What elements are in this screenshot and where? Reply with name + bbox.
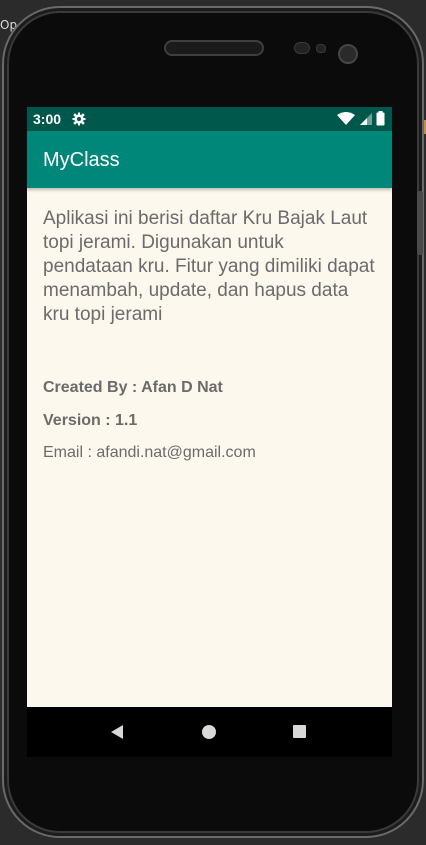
email-label: Email : afandi.nat@gmail.com [43,444,256,461]
navigation-bar [27,707,392,757]
back-icon[interactable] [109,724,125,740]
app-description: Aplikasi ini berisi daftar Kru Bajak Lau… [43,208,375,325]
front-camera [338,44,358,64]
battery-icon [376,111,385,126]
light-sensor [316,44,326,53]
home-icon[interactable] [202,725,216,739]
about-content: Aplikasi ini berisi daftar Kru Bajak Lau… [43,207,378,461]
status-bar: 3:00 [27,107,392,131]
created-by-label: Created By : Afan D Nat [43,379,223,396]
recents-icon[interactable] [293,725,306,738]
version-label: Version : 1.1 [43,412,138,429]
power-button[interactable] [417,191,423,255]
proximity-sensor [294,42,310,54]
gear-icon [72,112,86,126]
wifi-icon [337,112,355,125]
status-time: 3:00 [33,111,62,127]
page-title: MyClass [43,149,120,171]
app-bar: MyClass [27,131,392,188]
device-screen: 3:00 MyClass Aplikasi ini berisi daftar … [27,107,392,757]
earpiece-speaker [164,40,264,56]
signal-icon [360,113,372,125]
